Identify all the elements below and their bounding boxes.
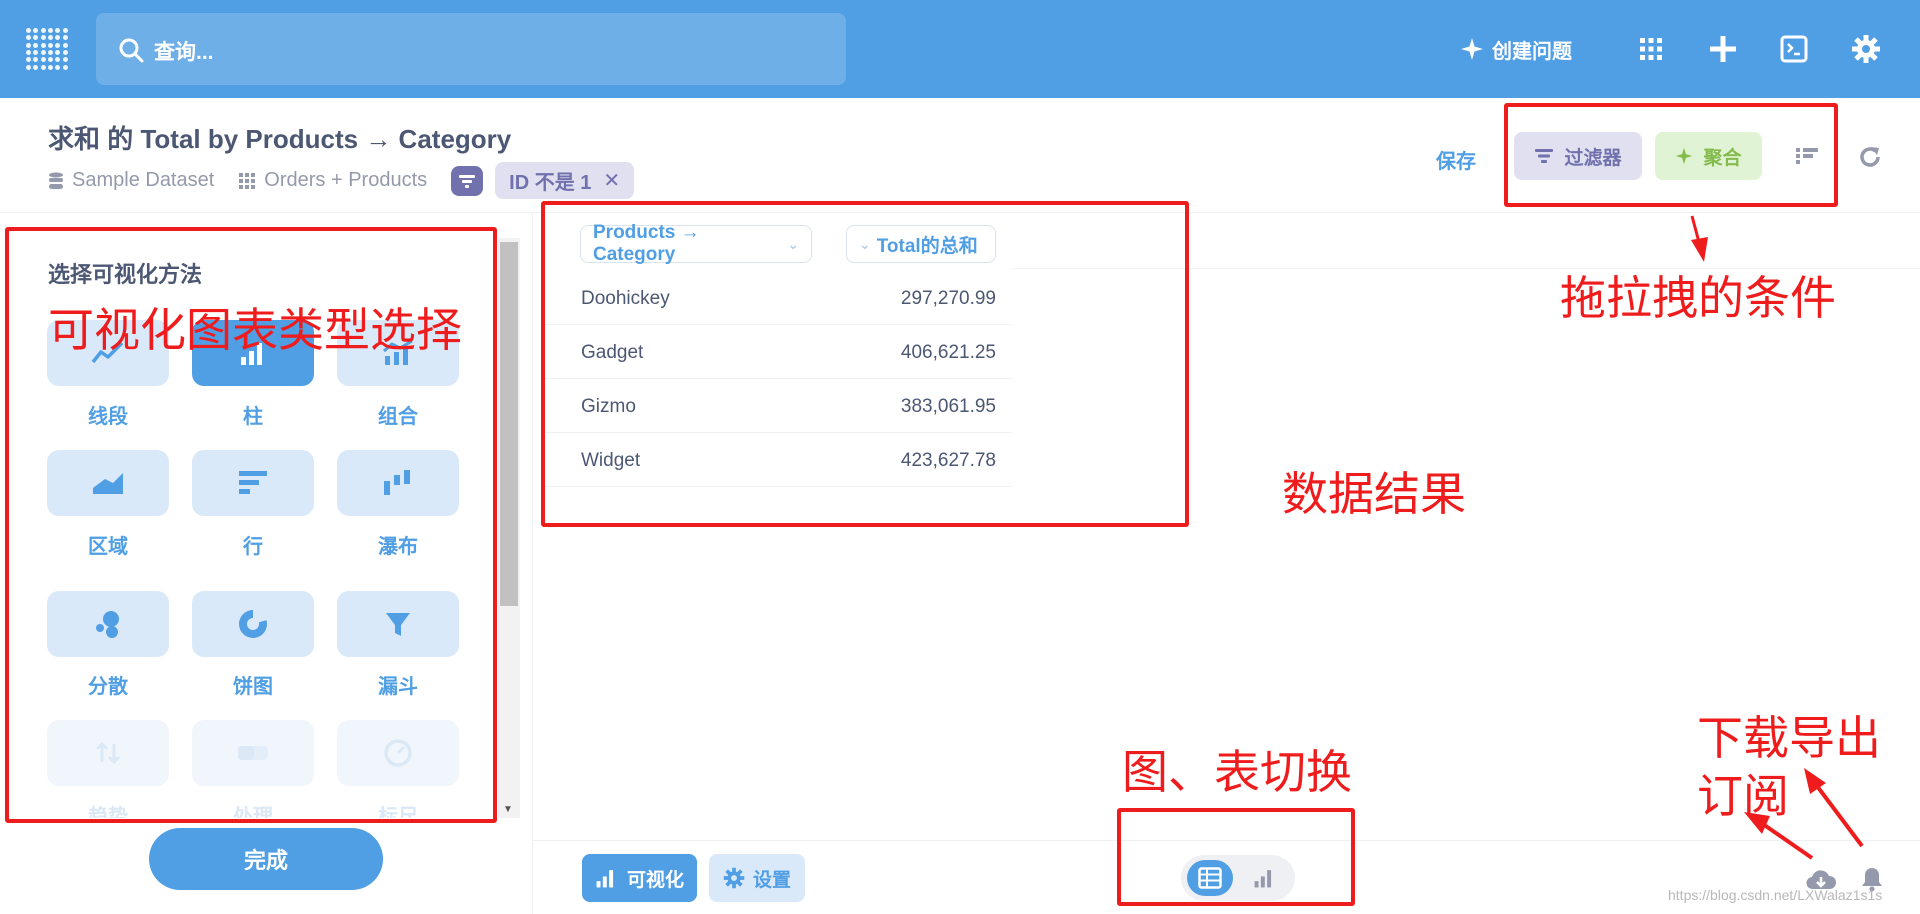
watermark: https://blog.csdn.net/LXWalaz1s1s [1668, 887, 1883, 903]
annotation-arrows [1690, 215, 1864, 860]
